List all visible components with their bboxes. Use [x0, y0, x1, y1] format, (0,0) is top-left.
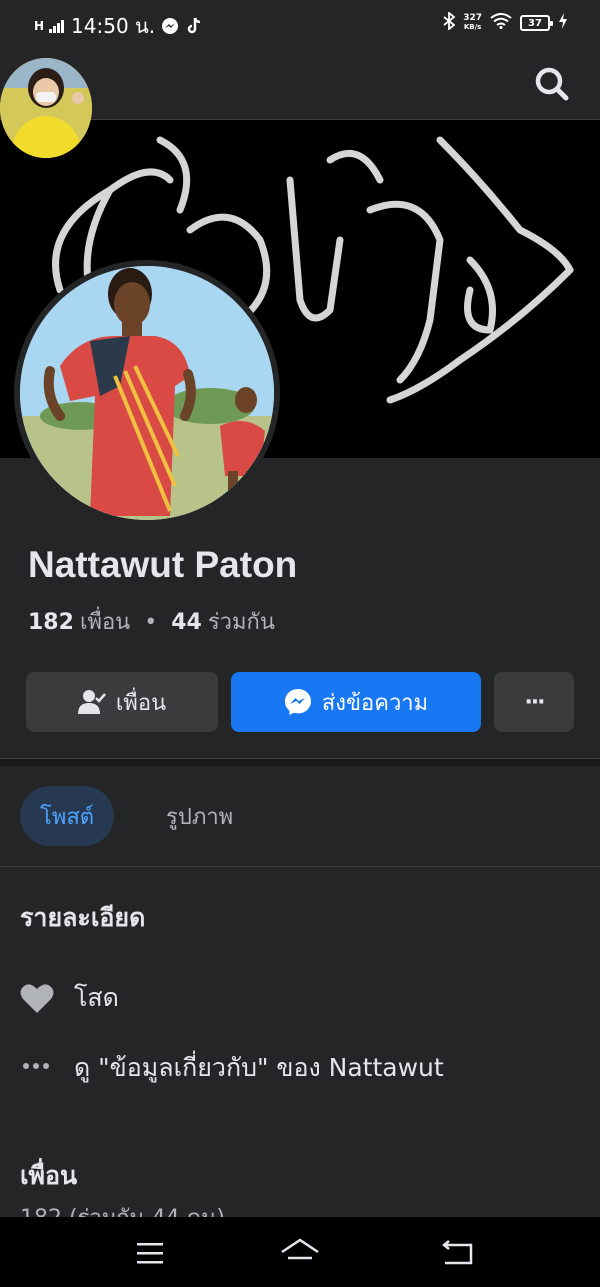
- back-icon: [441, 1240, 473, 1265]
- back-button[interactable]: [438, 1235, 478, 1271]
- battery-indicator: 37: [520, 15, 553, 31]
- more-button[interactable]: ···: [494, 672, 574, 732]
- search-button[interactable]: [532, 64, 572, 104]
- profile-name: Nattawut Paton: [28, 544, 298, 585]
- profile-actions: เพื่อน ส่งข้อความ ···: [26, 672, 574, 732]
- message-button[interactable]: ส่งข้อความ: [231, 672, 481, 732]
- friends-title: เพื่อน: [20, 1161, 78, 1190]
- ellipsis-icon: [20, 1051, 54, 1085]
- messenger-icon: [161, 17, 179, 35]
- menu-icon: [137, 1243, 163, 1264]
- more-icon: ···: [524, 689, 545, 715]
- tiktok-icon: [185, 17, 203, 35]
- about-link[interactable]: ดู "ข้อมูลเกี่ยวกับ" ของ Nattawut: [74, 1048, 444, 1088]
- friends-button[interactable]: เพื่อน: [26, 672, 218, 732]
- friends-count: 182: [28, 610, 74, 635]
- tab-posts[interactable]: โพสต์: [20, 786, 115, 846]
- friends-label: เพื่อน: [79, 610, 131, 635]
- messenger-icon: [284, 689, 311, 715]
- home-icon: [281, 1238, 319, 1260]
- section-divider: [0, 758, 600, 766]
- wifi-icon: [490, 13, 512, 33]
- bluetooth-icon: [443, 11, 456, 34]
- tabs-divider: [0, 866, 600, 867]
- search-icon: [535, 67, 569, 101]
- clock: 14:50 น.: [71, 14, 156, 38]
- details-title: รายละเอียด: [20, 903, 146, 932]
- charging-icon: [558, 13, 568, 33]
- friends-button-label: เพื่อน: [115, 690, 167, 716]
- profile-tabs: โพสต์ รูปภาพ: [20, 786, 253, 846]
- message-button-label: ส่งข้อความ: [321, 690, 429, 716]
- mutual-count: 44: [171, 610, 202, 635]
- system-nav-bar: [0, 1217, 600, 1287]
- relationship-status: โสด: [74, 983, 119, 1012]
- menu-button[interactable]: [130, 1235, 170, 1271]
- stats-separator: •: [144, 610, 158, 635]
- friend-stats[interactable]: 182 เพื่อน • 44 ร่วมกัน: [28, 604, 275, 639]
- heart-icon: [20, 981, 54, 1015]
- network-speed: 327 KB/s: [463, 13, 482, 32]
- friend-check-icon: [77, 690, 106, 714]
- mutual-label: ร่วมกัน: [207, 610, 275, 635]
- about-row[interactable]: ดู "ข้อมูลเกี่ยวกับ" ของ Nattawut: [20, 1048, 444, 1088]
- relationship-row: โสด: [20, 978, 119, 1018]
- signal-indicator: H: [34, 19, 44, 33]
- home-button[interactable]: [280, 1235, 320, 1271]
- profile-picture[interactable]: [14, 260, 280, 526]
- mini-avatar-image: [0, 58, 92, 158]
- tab-photos[interactable]: รูปภาพ: [146, 786, 253, 846]
- mini-avatar[interactable]: [0, 58, 92, 158]
- status-bar: H 14:50 น. 327 KB/s 37: [0, 0, 600, 48]
- signal-bars-icon: [49, 14, 65, 38]
- profile-photo: [20, 266, 274, 520]
